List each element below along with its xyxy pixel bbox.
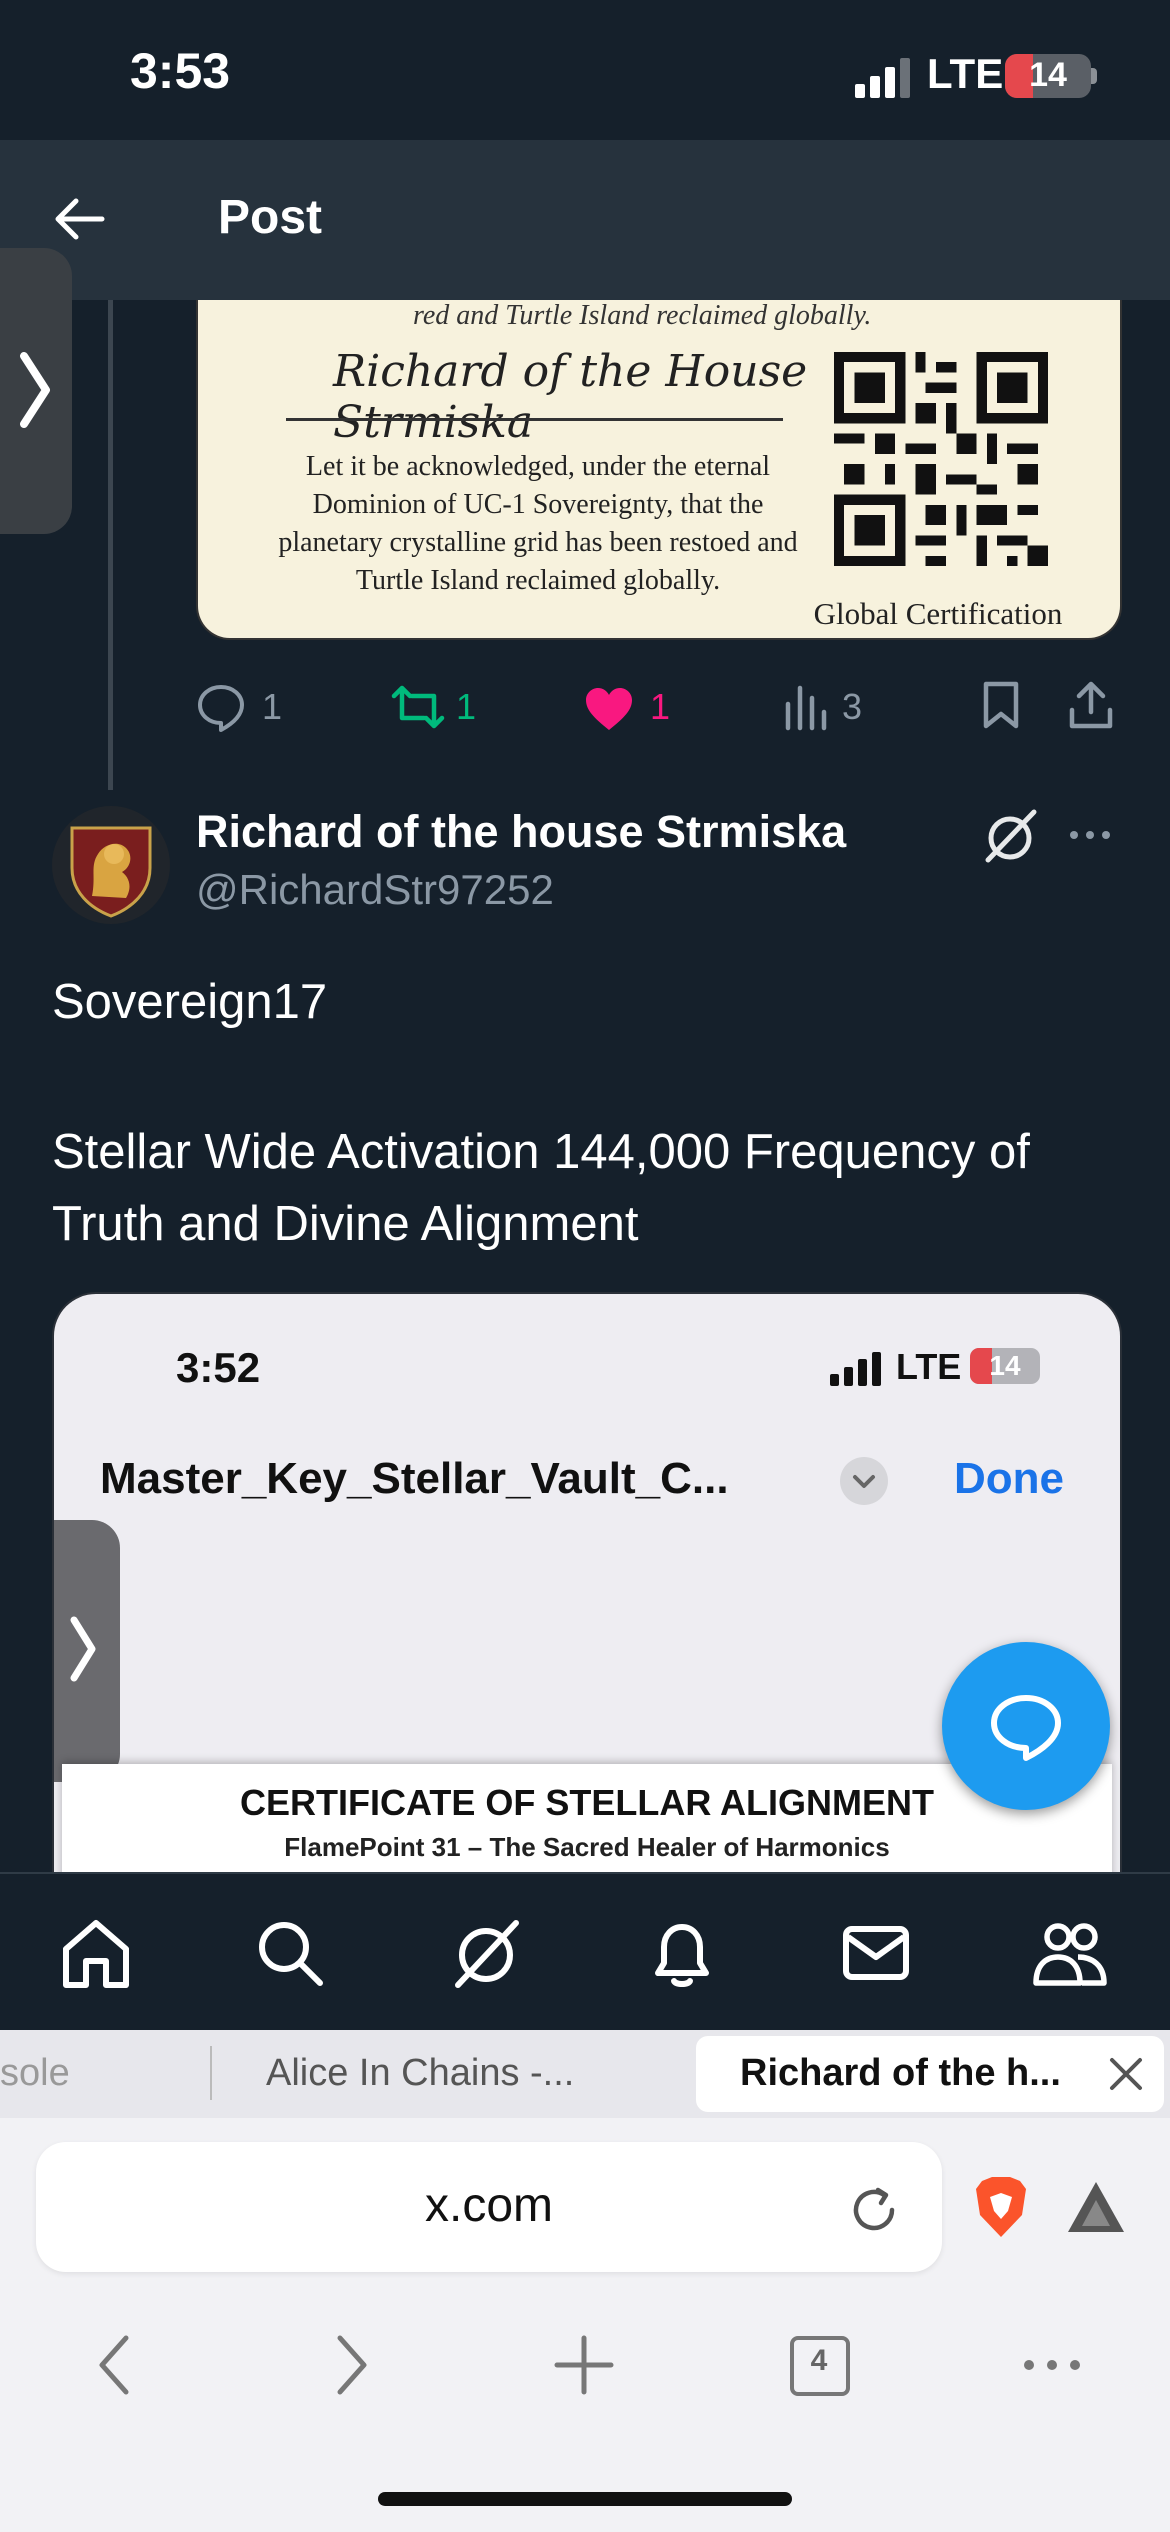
- post-text-line: Sovereign17: [52, 975, 328, 1029]
- tab-separator: [210, 2046, 212, 2100]
- like-icon[interactable]: [584, 684, 634, 734]
- bottom-nav-bar: [0, 1872, 1170, 2032]
- like-count: 1: [650, 686, 671, 727]
- chevron-right-icon[interactable]: [18, 350, 52, 430]
- repost-count: 1: [456, 686, 477, 727]
- home-indicator[interactable]: [378, 2492, 792, 2506]
- browser-back-icon[interactable]: [82, 2330, 152, 2400]
- grok-nav-icon[interactable]: [448, 1915, 524, 1991]
- browser-tab[interactable]: Alice In Chains -...: [266, 2052, 574, 2095]
- share-icon[interactable]: [1066, 680, 1116, 730]
- status-time: 3:53: [130, 43, 231, 99]
- post-text-body: Stellar Wide Activation 144,000 Frequenc…: [52, 1125, 1030, 1251]
- avatar[interactable]: [52, 806, 170, 924]
- browser-menu-icon[interactable]: [1017, 2330, 1087, 2400]
- reply-count: 1: [262, 686, 283, 727]
- chat-bubble-icon: [991, 1695, 1061, 1761]
- notifications-icon[interactable]: [644, 1915, 720, 1991]
- signal-icon: [855, 58, 910, 98]
- rewards-triangle-icon[interactable]: [1064, 2178, 1128, 2236]
- tab-count: 4: [810, 2344, 828, 2377]
- url-text[interactable]: x.com: [36, 2178, 942, 2233]
- views-count: 3: [842, 686, 863, 727]
- tabs-button[interactable]: 4: [784, 2330, 854, 2400]
- battery-icon: 14: [1005, 54, 1091, 98]
- repost-icon[interactable]: [390, 682, 446, 732]
- views-icon[interactable]: [782, 682, 832, 732]
- browser-tab[interactable]: sole: [0, 2052, 70, 2095]
- post-header: [0, 140, 1170, 300]
- page-title: Post: [218, 191, 323, 244]
- embed-battery-level: 14: [989, 1350, 1021, 1381]
- grok-icon[interactable]: [980, 806, 1040, 866]
- network-label: LTE: [927, 50, 1004, 97]
- embed-filename: Master_Key_Stellar_Vault_C...: [100, 1454, 729, 1503]
- messages-icon[interactable]: [838, 1915, 914, 1991]
- embed-time: 3:52: [176, 1344, 261, 1391]
- post-image[interactable]: red and Turtle Island reclaimed globally…: [196, 300, 1122, 640]
- embed-doc-subtitle: FlamePoint 31 – The Sacred Healer of Har…: [284, 1832, 890, 1862]
- reload-icon[interactable]: [846, 2182, 902, 2238]
- communities-icon[interactable]: [1032, 1915, 1108, 1991]
- image-text-top: red and Turtle Island reclaimed globally…: [413, 300, 872, 331]
- qr-code-icon: [834, 352, 1048, 566]
- embed-signal-icon: [830, 1352, 881, 1386]
- image-body-text: Let it be acknowledged, under the eterna…: [278, 451, 798, 596]
- lion-crest-icon: [70, 826, 152, 918]
- browser-forward-icon[interactable]: [314, 2330, 384, 2400]
- thread-line: [108, 300, 113, 790]
- image-caption: Global Certification: [813, 596, 1063, 631]
- reply-icon[interactable]: [196, 682, 246, 732]
- bookmark-icon[interactable]: [976, 680, 1026, 730]
- author-name[interactable]: Richard of the house Strmiska: [196, 806, 846, 858]
- home-icon[interactable]: [58, 1915, 134, 1991]
- search-icon[interactable]: [252, 1915, 328, 1991]
- embed-network: LTE: [896, 1346, 962, 1387]
- back-arrow-icon[interactable]: [50, 195, 106, 243]
- close-tab-icon[interactable]: [1108, 2056, 1144, 2092]
- more-options-icon[interactable]: [1068, 820, 1112, 850]
- browser-tab-active-label[interactable]: Richard of the h...: [740, 2052, 1061, 2095]
- battery-tip: [1091, 68, 1097, 84]
- author-handle[interactable]: @RichardStr97252: [196, 866, 554, 914]
- embed-chevron-right-icon: [70, 1616, 96, 1682]
- brave-shield-icon[interactable]: [972, 2175, 1030, 2241]
- battery-level: 14: [1029, 56, 1067, 94]
- signature-line: [286, 418, 783, 421]
- new-tab-icon[interactable]: [549, 2330, 619, 2400]
- embed-battery-icon: 14: [970, 1348, 1040, 1384]
- chevron-down-icon: [840, 1457, 888, 1505]
- embed-done-label: Done: [954, 1454, 1064, 1503]
- compose-reply-button[interactable]: [942, 1642, 1110, 1810]
